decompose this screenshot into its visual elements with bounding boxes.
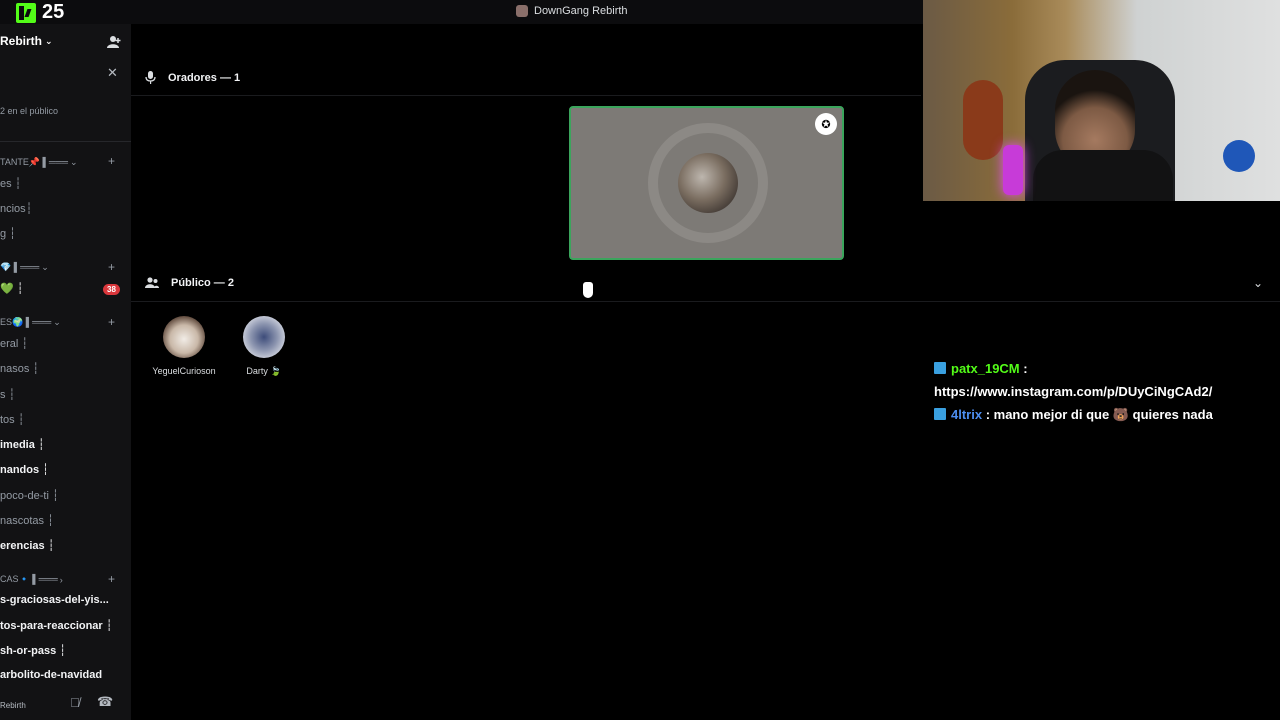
voice-status-panel: Rebirth 🎙̸ ☎ (0, 688, 131, 720)
chat-message-text: https://www.instagram.com/p/DUyCiNgCAd2/ (934, 384, 1213, 399)
webcam-microphone (1003, 145, 1023, 195)
channel-item[interactable]: es ┆ (0, 177, 21, 190)
channel-item[interactable]: arbolito-de-navidad (0, 669, 102, 681)
channel-item[interactable]: eral ┆ (0, 337, 28, 350)
close-icon[interactable]: ✕ (107, 65, 118, 81)
create-channel-button[interactable]: + (108, 572, 115, 586)
divider (131, 301, 1280, 302)
server-icon (516, 5, 528, 17)
channel-item[interactable]: tos-para-reaccionar ┆ (0, 619, 112, 632)
chat-message: patx_19CM : (934, 357, 1274, 380)
channel-item[interactable]: imedia ┆ (0, 438, 45, 451)
window-title: DownGang Rebirth (516, 5, 628, 17)
viewer-count: 25 (42, 1, 65, 23)
category-header[interactable]: ES🌍 ▌═══ ⌄ (0, 317, 61, 328)
audience-member[interactable]: YeguelCurioson (144, 316, 224, 376)
chat-username: patx_19CM (951, 361, 1020, 376)
category-label: 💎 ▌═══ (0, 262, 40, 272)
channel-item[interactable]: ncios┆ (0, 202, 32, 215)
chat-username: 4ltrix (951, 407, 983, 422)
channel-item[interactable]: nandos ┆ (0, 463, 49, 476)
voice-server-label: Rebirth (0, 701, 26, 710)
chevron-down-icon[interactable]: ⌄ (1253, 276, 1263, 290)
audience-header: Público — 2 (145, 277, 234, 289)
chat-separator: : (1019, 361, 1028, 376)
chevron-down-icon: ⌄ (41, 262, 49, 272)
microphone-icon (145, 71, 156, 84)
chevron-down-icon: ⌄ (45, 35, 53, 46)
channel-sidebar: Rebirth ⌄ ✕ 2 en el público TANTE📌 ▌═══ … (0, 24, 131, 720)
audience-title: Público — 2 (171, 277, 234, 289)
audience-member-name: YeguelCurioson (152, 366, 216, 376)
channel-item[interactable]: s-graciosas-del-yis... (0, 594, 109, 606)
chat-separator: : (982, 407, 994, 422)
channel-item[interactable]: sh-or-pass ┆ (0, 644, 66, 657)
channel-item[interactable]: 💚 ┆ (0, 282, 23, 295)
server-name-button[interactable]: Rebirth ⌄ (0, 34, 53, 48)
stream-chat-overlay: patx_19CM : https://www.instagram.com/p/… (934, 357, 1274, 426)
channel-item[interactable]: nasos ┆ (0, 362, 39, 375)
server-name-label: Rebirth (0, 34, 42, 48)
audience-member[interactable]: Darty 🍃 (224, 316, 304, 377)
window-title-text: DownGang Rebirth (534, 5, 628, 17)
speakers-header: Oradores — 1 (145, 71, 240, 84)
subscriber-icon (934, 408, 946, 420)
channel-item[interactable]: poco-de-ti ┆ (0, 489, 59, 502)
mouse-cursor (583, 282, 593, 298)
webcam-streamer-body (1033, 150, 1173, 201)
webcam-overlay (923, 0, 1280, 201)
chevron-right-icon: › (59, 574, 63, 585)
category-label: TANTE📌 ▌═══ (0, 157, 69, 167)
divider (0, 141, 131, 142)
create-channel-button[interactable]: + (108, 260, 115, 274)
chat-message-text: mano mejor di que 🐻 quieres nada (993, 407, 1213, 422)
webcam-object (1223, 140, 1255, 172)
category-label: CAS🔹 ▌═══ (0, 574, 58, 584)
channel-item[interactable]: g ┆ (0, 227, 16, 240)
kick-logo-icon (16, 3, 36, 23)
channel-item[interactable]: nascotas ┆ (0, 514, 54, 527)
audience-member-name: Darty 🍃 (246, 366, 282, 376)
chevron-down-icon: ⌄ (70, 157, 78, 167)
avatar (163, 316, 205, 358)
speakers-title: Oradores — 1 (168, 71, 241, 84)
moderator-badge-icon: ✪ (815, 113, 837, 135)
hangup-icon[interactable]: ☎ (97, 694, 113, 710)
mute-icon[interactable]: 🎙̸ (70, 695, 80, 710)
category-label: ES🌍 ▌═══ (0, 317, 52, 327)
avatar (243, 316, 285, 358)
chevron-down-icon: ⌄ (53, 317, 61, 327)
chat-message: 4ltrix : mano mejor di que 🐻 quieres nad… (934, 403, 1274, 426)
audience-count-note: 2 en el público (0, 106, 59, 116)
speaker-tile[interactable]: ✪ (569, 106, 844, 260)
create-channel-button[interactable]: + (108, 154, 115, 168)
avatar (678, 153, 738, 213)
divider (131, 95, 921, 96)
category-header[interactable]: TANTE📌 ▌═══ ⌄ (0, 157, 78, 168)
category-header[interactable]: 💎 ▌═══ ⌄ (0, 262, 49, 273)
mention-badge: 38 (103, 284, 120, 295)
add-member-icon[interactable] (107, 35, 121, 49)
channel-item[interactable]: erencias ┆ (0, 539, 54, 552)
category-header[interactable]: CAS🔹 ▌═══ › (0, 574, 63, 585)
audience-icon (145, 277, 159, 288)
channel-item[interactable]: tos ┆ (0, 413, 24, 426)
create-channel-button[interactable]: + (108, 315, 115, 329)
webcam-guitar (963, 80, 1003, 160)
subscriber-icon (934, 362, 946, 374)
channel-item[interactable]: s ┆ (0, 388, 15, 401)
